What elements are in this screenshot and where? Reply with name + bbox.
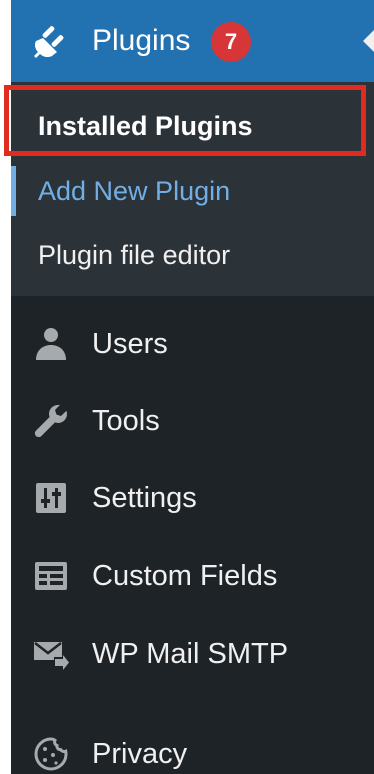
custom-fields-icon — [33, 558, 69, 594]
menu-item-plugins[interactable]: Plugins 7 — [11, 0, 374, 82]
wrench-icon — [33, 403, 69, 439]
menu-item-label: Settings — [92, 482, 197, 514]
cookie-icon — [33, 736, 69, 772]
menu-item-label: Plugins — [92, 24, 191, 57]
menu-item-wp-mail-smtp[interactable]: WP Mail SMTP — [11, 624, 374, 684]
menu-item-label: Tools — [92, 405, 160, 437]
menu-item-label: Custom Fields — [92, 560, 278, 592]
mail-icon — [33, 636, 69, 672]
plugin-icon — [33, 24, 71, 60]
highlight-box — [4, 85, 366, 156]
submenu-item-label: Add New Plugin — [38, 176, 231, 206]
menu-item-label: WP Mail SMTP — [92, 638, 289, 670]
settings-icon — [33, 480, 69, 516]
update-count-badge: 7 — [211, 22, 251, 62]
user-icon — [33, 326, 69, 362]
menu-item-tools[interactable]: Tools — [11, 391, 374, 451]
submenu-item-plugin-file-editor[interactable]: Plugin file editor — [11, 225, 374, 285]
menu-item-settings[interactable]: Settings — [11, 468, 374, 528]
menu-item-privacy[interactable]: Privacy — [11, 724, 374, 774]
menu-item-custom-fields[interactable]: Custom Fields — [11, 546, 374, 606]
menu-item-label: Privacy — [92, 738, 188, 770]
menu-item-users[interactable]: Users — [11, 314, 374, 374]
hover-indicator — [11, 166, 16, 216]
current-menu-arrow — [363, 30, 374, 52]
menu-item-label: Users — [92, 328, 168, 360]
submenu-item-add-new-plugin[interactable]: Add New Plugin — [11, 161, 374, 221]
